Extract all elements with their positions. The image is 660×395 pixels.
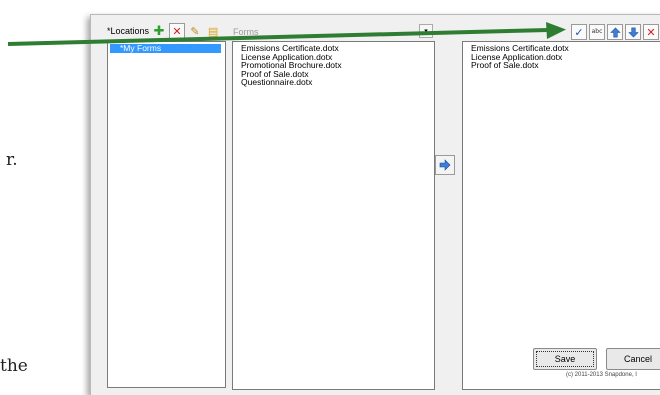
locations-toolbar: *Locations ✚ ✕ ✎ ▤ xyxy=(107,23,221,39)
add-to-selected-button[interactable] xyxy=(435,155,455,175)
document-text-fragment: the xyxy=(0,356,28,376)
checkmark-icon[interactable]: ✓ xyxy=(571,24,587,40)
save-button[interactable]: Save xyxy=(533,348,597,370)
forms-filter-button[interactable]: ▾ xyxy=(419,24,433,38)
forms-label: Forms xyxy=(233,27,259,37)
forms-dialog: *Locations ✚ ✕ ✎ ▤ Forms ▾ ✓ abc ✕ *My F… xyxy=(90,14,660,395)
edit-icon[interactable]: ✎ xyxy=(187,23,203,39)
form-item[interactable]: Questionnaire.dotx xyxy=(233,78,434,87)
forms-list: Emissions Certificate.dotx License Appli… xyxy=(232,41,435,390)
delete-selected-icon[interactable]: ✕ xyxy=(643,24,659,40)
move-up-icon[interactable] xyxy=(607,24,623,40)
document-text-fragment: r. xyxy=(6,150,18,170)
copyright-text: (c) 2011-2013 Snapdone, I xyxy=(566,372,637,378)
spellcheck-icon[interactable]: abc xyxy=(589,24,605,40)
selected-forms-list: Emissions Certificate.dotx License Appli… xyxy=(462,41,660,390)
location-item-my-forms[interactable]: *My Forms xyxy=(110,44,221,53)
locations-label: *Locations xyxy=(107,26,150,36)
delete-icon[interactable]: ✕ xyxy=(169,23,186,39)
arrow-right-icon xyxy=(439,159,451,171)
selected-form-item[interactable]: Proof of Sale.dotx xyxy=(463,61,660,70)
folder-icon[interactable]: ▤ xyxy=(205,23,221,39)
add-icon[interactable]: ✚ xyxy=(151,23,167,39)
cancel-button[interactable]: Cancel xyxy=(606,348,660,370)
move-down-icon[interactable] xyxy=(625,24,641,40)
selected-toolbar: ✓ abc ✕ xyxy=(569,24,659,40)
locations-list: *My Forms xyxy=(107,41,226,388)
